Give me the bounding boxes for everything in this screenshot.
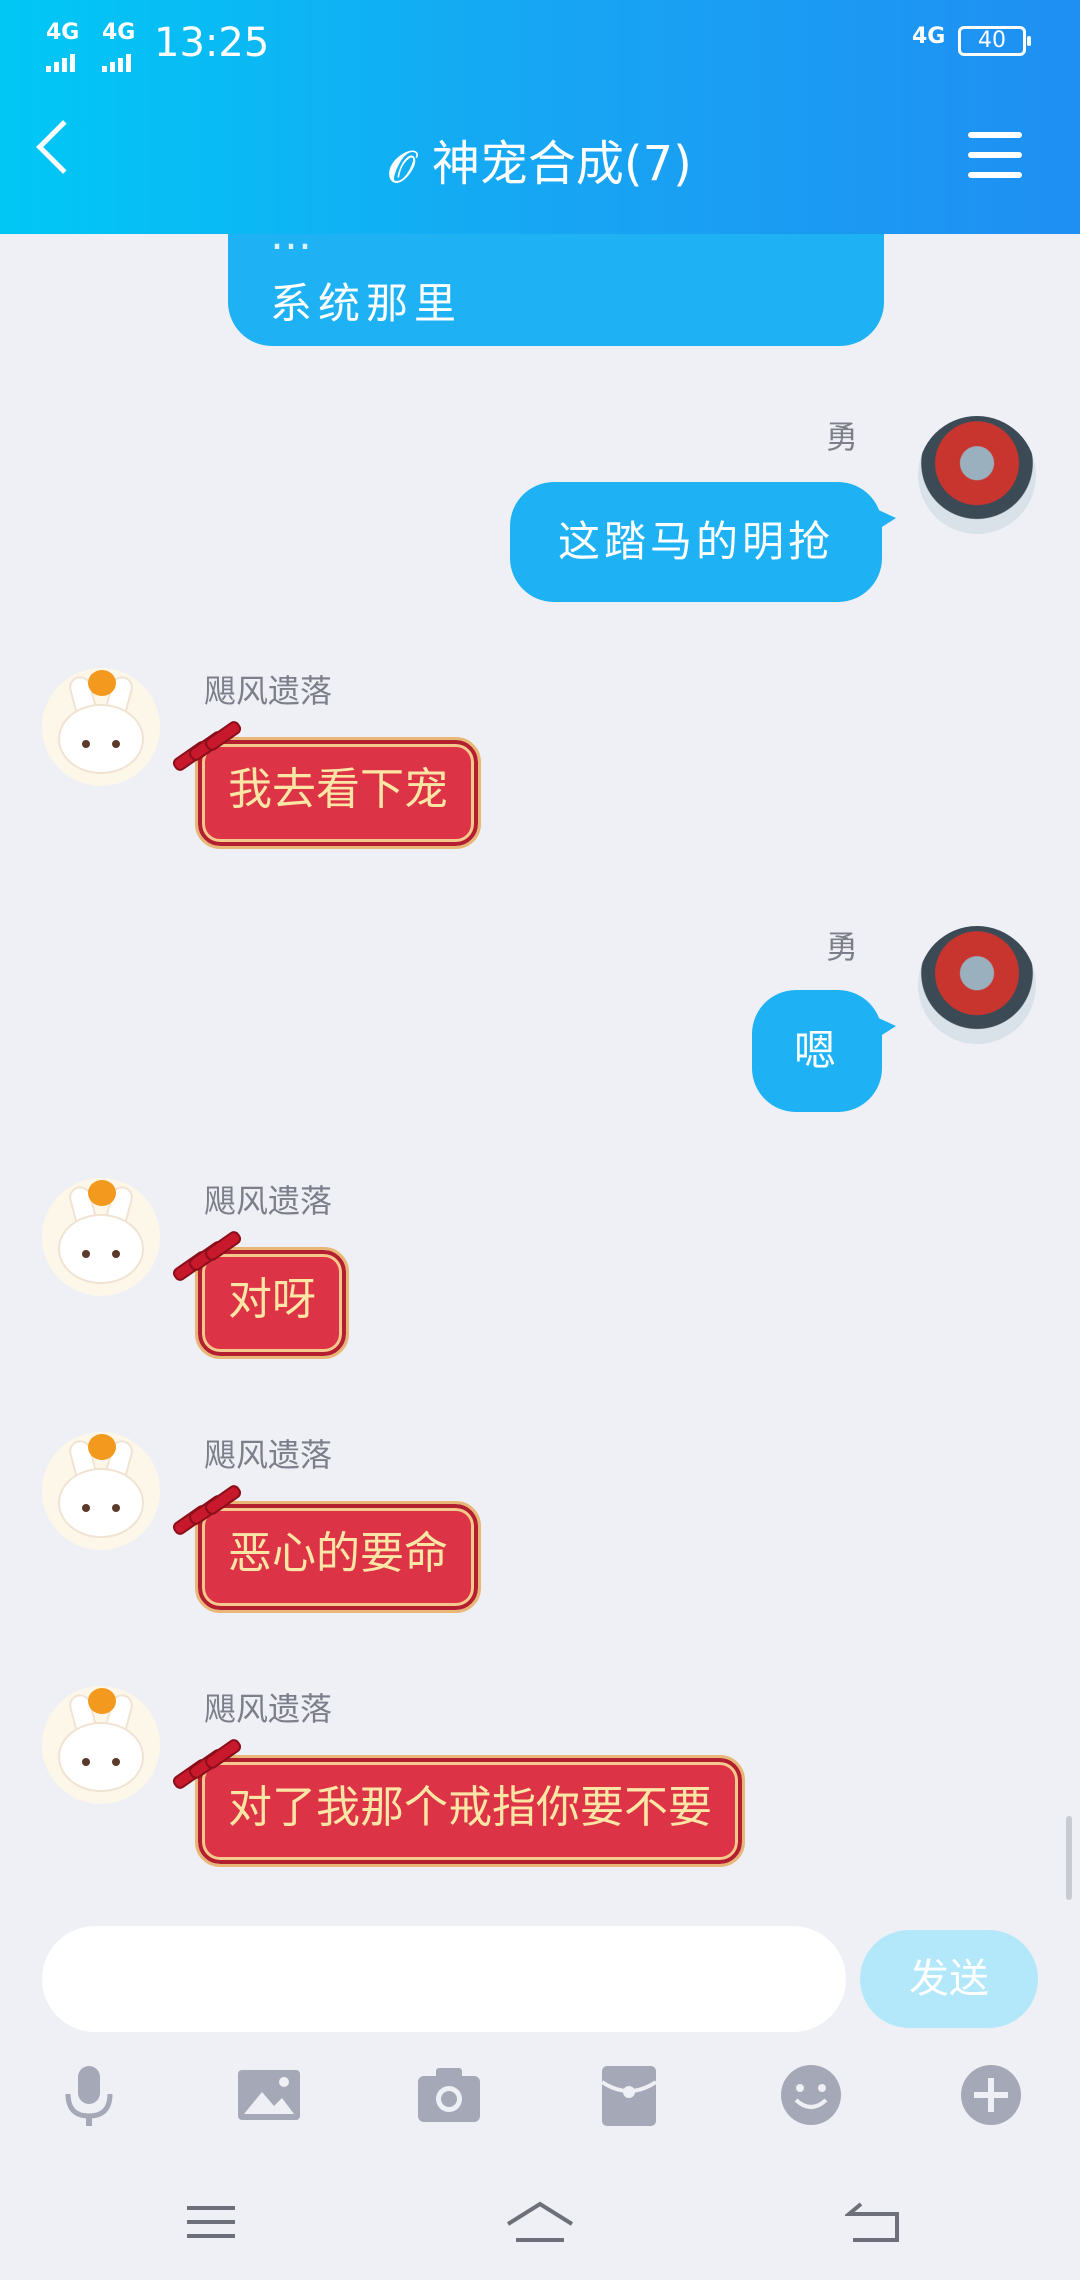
sender-name: 飓风遗落: [204, 672, 333, 710]
home-icon[interactable]: [504, 2200, 574, 2254]
group-title: 神宠合成(7): [431, 136, 692, 192]
back-icon[interactable]: [838, 2200, 908, 2254]
red-packet-icon[interactable]: [594, 2060, 664, 2130]
page-title: 𝓞 神宠合成(7): [0, 124, 1080, 194]
avatar[interactable]: [42, 1686, 160, 1804]
signal-strength-1: 4G: [46, 20, 79, 72]
message-bubble[interactable]: 对了我那个戒指你要不要: [195, 1755, 745, 1867]
sender-name: 飓风遗落: [204, 1436, 333, 1474]
firecracker-icon: [170, 718, 250, 782]
avatar[interactable]: [42, 668, 160, 786]
sender-name: 勇: [826, 928, 859, 966]
message-list[interactable]: … 系统那里 勇 这踏马的明抢 飓风遗落 我去看下宠 勇 嗯 飓风遗落 对呀 飓…: [0, 234, 1080, 1902]
avatar[interactable]: [42, 1178, 160, 1296]
message-bubble-partial[interactable]: … 系统那里: [228, 234, 884, 346]
firecracker-icon: [170, 1482, 250, 1546]
signal-label: 4G: [102, 20, 136, 45]
ear-icon[interactable]: 𝓞: [388, 142, 416, 193]
message-bubble[interactable]: 这踏马的明抢: [510, 482, 896, 602]
recent-apps-icon[interactable]: [176, 2200, 246, 2254]
message-input[interactable]: [42, 1926, 846, 2032]
sender-name: 飓风遗落: [204, 1182, 333, 1220]
signal-strength-2: 4G: [102, 20, 135, 72]
image-icon[interactable]: [234, 2060, 304, 2130]
network-indicator: 4G: [912, 24, 946, 49]
message-bubble[interactable]: 嗯: [752, 990, 896, 1112]
avatar[interactable]: [42, 1432, 160, 1550]
battery-icon: 40: [958, 26, 1031, 56]
sender-name: 勇: [826, 418, 859, 456]
system-nav-bar: [0, 2172, 1080, 2280]
emoji-icon[interactable]: [776, 2060, 846, 2130]
firecracker-icon: [170, 1736, 250, 1800]
sender-name: 飓风遗落: [204, 1690, 333, 1728]
scrollbar[interactable]: [1066, 1816, 1072, 1900]
message-text: …: [270, 234, 332, 259]
avatar[interactable]: [918, 926, 1036, 1044]
signal-label: 4G: [46, 20, 80, 45]
hamburger-menu-icon[interactable]: [968, 132, 1022, 178]
message-text: 系统那里: [270, 279, 463, 328]
camera-icon[interactable]: [414, 2060, 484, 2130]
status-time: 13:25: [154, 20, 270, 66]
avatar[interactable]: [918, 416, 1036, 534]
send-button[interactable]: 发送: [860, 1930, 1038, 2028]
status-bar: 4G 4G 13:25 4G 40: [0, 0, 1080, 90]
microphone-icon[interactable]: [54, 2060, 124, 2130]
toolbar: [0, 2052, 1080, 2172]
input-bar: 发送: [0, 1902, 1080, 2052]
chat-header: 4G 4G 13:25 4G 40 𝓞 神宠合成(7): [0, 0, 1080, 234]
plus-icon[interactable]: [956, 2060, 1026, 2130]
firecracker-icon: [170, 1228, 250, 1292]
